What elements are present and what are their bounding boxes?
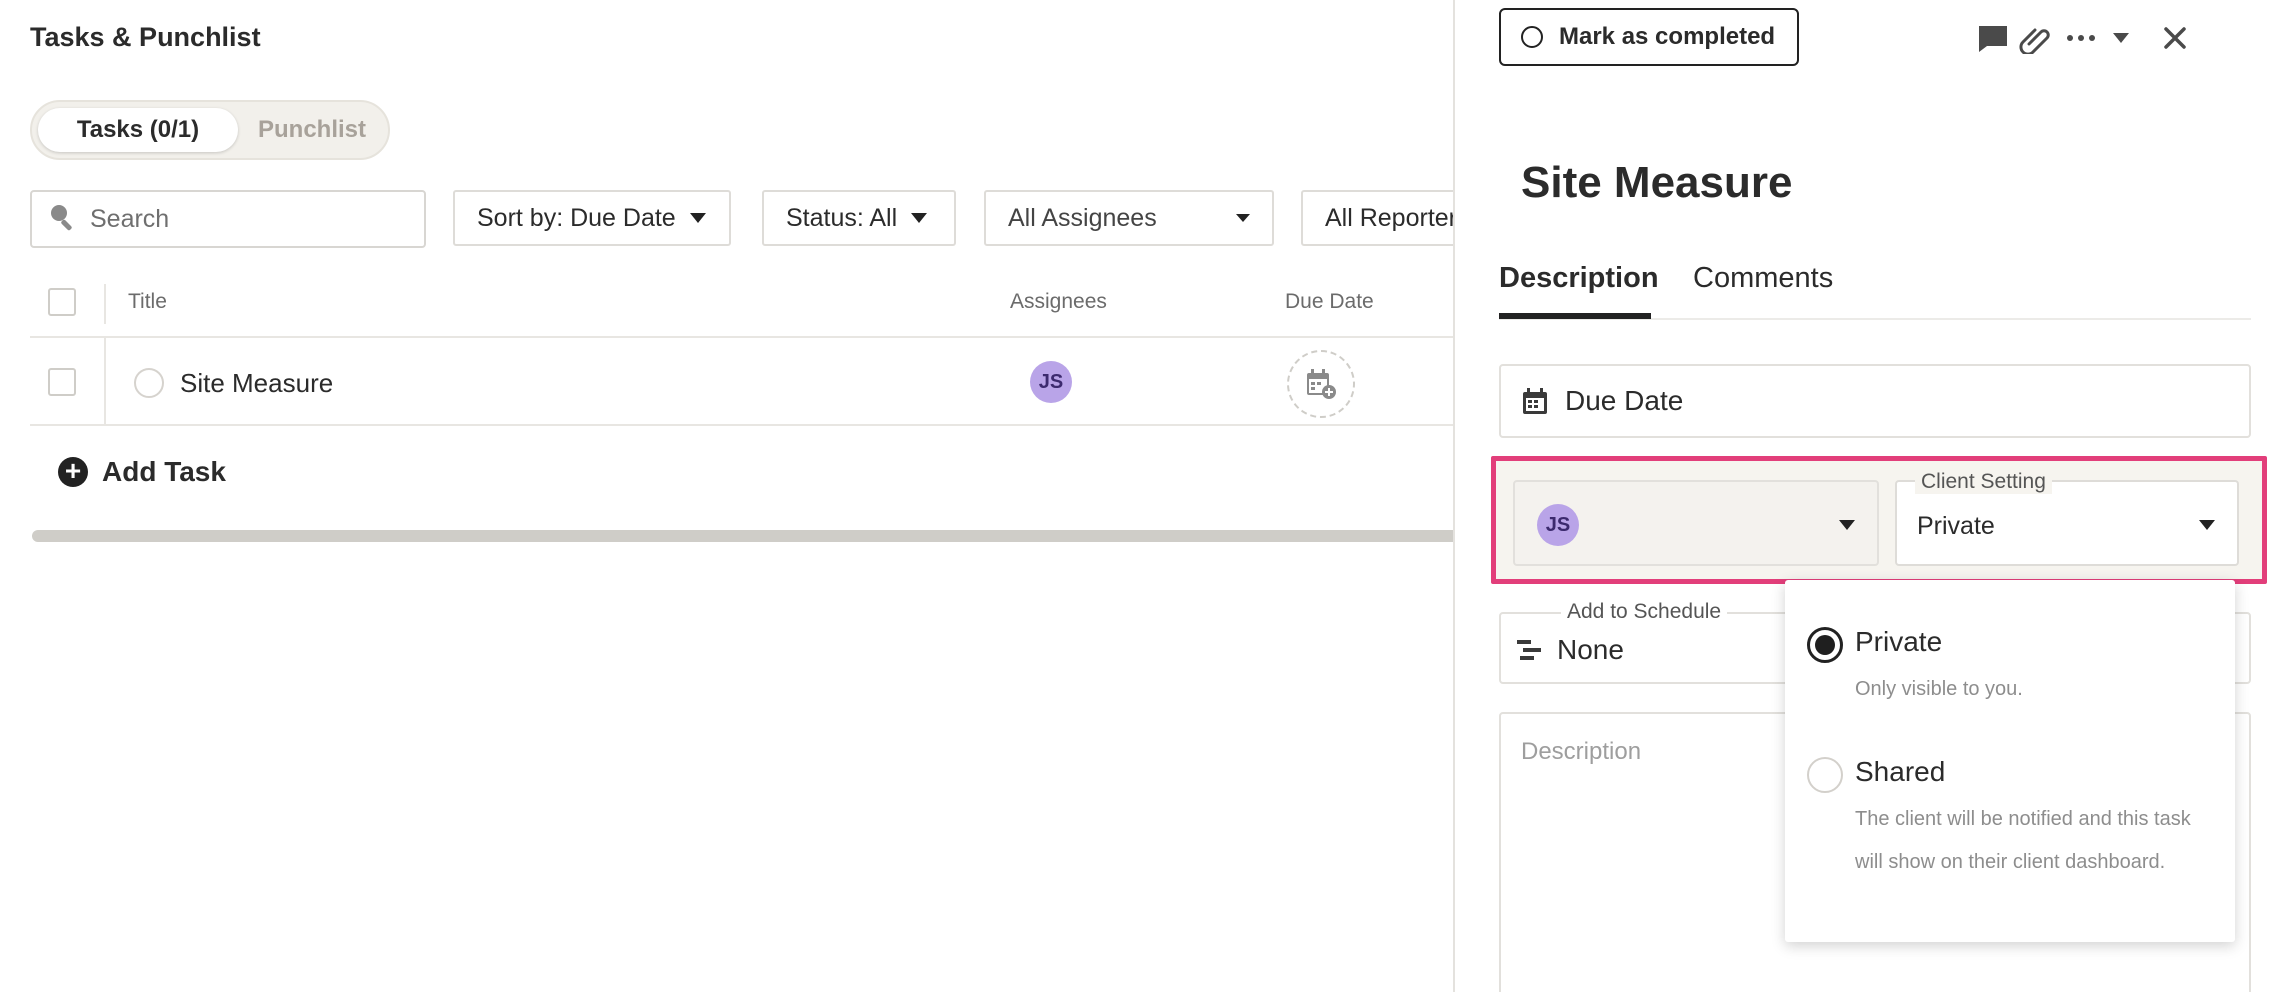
calendar-add-icon (1307, 369, 1336, 399)
close-icon[interactable] (2157, 20, 2193, 56)
option-shared-desc: The client will be notified and this tas… (1855, 808, 2191, 873)
add-task-label: Add Task (102, 456, 226, 487)
column-divider (104, 338, 106, 426)
column-title: Title (128, 290, 167, 313)
client-setting-label: Client Setting (1915, 470, 2052, 494)
assignees-dropdown[interactable]: All Assignees (984, 190, 1274, 246)
task-title-heading: Site Measure (1521, 158, 1793, 207)
table-row[interactable]: Site Measure JS (30, 338, 1454, 426)
client-setting-menu: Private Only visible to you. Shared The … (1785, 580, 2235, 942)
mark-completed-button[interactable]: Mark as completed (1499, 8, 1799, 66)
task-type-toggle: Tasks (0/1) Punchlist (30, 100, 390, 160)
mark-completed-label: Mark as completed (1559, 23, 1776, 50)
avatar: JS (1030, 361, 1072, 403)
table-header: Title Assignees Due Date (30, 270, 1454, 338)
caret-down-icon (2199, 520, 2215, 530)
circle-icon (1521, 26, 1543, 48)
option-shared-title: Shared (1855, 756, 1946, 787)
search-input[interactable] (90, 204, 410, 234)
more-icon[interactable] (2063, 20, 2099, 56)
tab-punchlist[interactable]: Punchlist (242, 108, 382, 152)
due-date-label: Due Date (1565, 385, 1684, 416)
caret-down-icon (911, 213, 928, 223)
complete-toggle[interactable] (134, 368, 164, 398)
page-title: Tasks & Punchlist (30, 22, 261, 52)
avatar: JS (1537, 504, 1579, 546)
option-shared[interactable]: Shared The client will be notified and t… (1785, 730, 2235, 930)
add-task-button[interactable]: + Add Task (58, 456, 226, 488)
schedule-icon (1517, 640, 1541, 660)
column-due-date: Due Date (1285, 290, 1374, 313)
column-assignees: Assignees (1010, 290, 1107, 313)
plus-circle-icon: + (58, 457, 88, 487)
sort-dropdown[interactable]: Sort by: Due Date (453, 190, 731, 246)
search-icon (48, 202, 78, 237)
description-placeholder: Description (1521, 738, 1642, 765)
calendar-icon (1523, 388, 1547, 414)
schedule-label: Add to Schedule (1561, 600, 1728, 624)
task-title[interactable]: Site Measure (180, 368, 333, 399)
status-label: Status: All (786, 203, 898, 232)
active-tab-indicator (1499, 313, 1651, 319)
caret-down-icon[interactable] (2103, 20, 2139, 56)
caret-down-icon (689, 213, 706, 223)
paperclip-icon[interactable] (2017, 20, 2053, 56)
sort-label: Sort by: Due Date (477, 203, 676, 232)
reporters-dropdown[interactable]: All Reporter (1301, 190, 1454, 246)
tab-tasks[interactable]: Tasks (0/1) (38, 108, 238, 152)
radio-shared[interactable] (1807, 757, 1843, 793)
option-private[interactable]: Private Only visible to you. (1785, 600, 2235, 710)
client-setting-select[interactable]: Client Setting Private (1895, 470, 2239, 566)
due-date-field[interactable]: Due Date (1499, 364, 2251, 438)
select-all-checkbox[interactable] (48, 288, 76, 316)
task-list-area: Tasks & Punchlist Tasks (0/1) Punchlist … (0, 0, 1454, 992)
horizontal-scrollbar[interactable] (32, 530, 1454, 542)
assignees-label: All Assignees (1008, 203, 1157, 232)
caret-down-icon (1236, 214, 1250, 222)
detail-tabs: Description Comments (1499, 258, 2251, 320)
search-box[interactable] (30, 190, 426, 248)
caret-down-icon (1839, 520, 1855, 530)
status-dropdown[interactable]: Status: All (762, 190, 956, 246)
schedule-value: None (1557, 634, 1624, 665)
add-due-date-button[interactable] (1287, 350, 1355, 418)
radio-private[interactable] (1807, 627, 1843, 663)
client-setting-value: Private (1917, 512, 1995, 540)
tab-description[interactable]: Description (1499, 262, 1659, 295)
column-divider (104, 284, 106, 324)
option-private-desc: Only visible to you. (1855, 678, 2023, 700)
row-checkbox[interactable] (48, 368, 76, 396)
assignee-select[interactable]: JS (1513, 480, 1879, 566)
reporters-label: All Reporter (1325, 203, 1454, 232)
comment-icon[interactable] (1975, 20, 2011, 56)
tab-comments[interactable]: Comments (1693, 262, 1833, 295)
option-private-title: Private (1855, 626, 1943, 657)
